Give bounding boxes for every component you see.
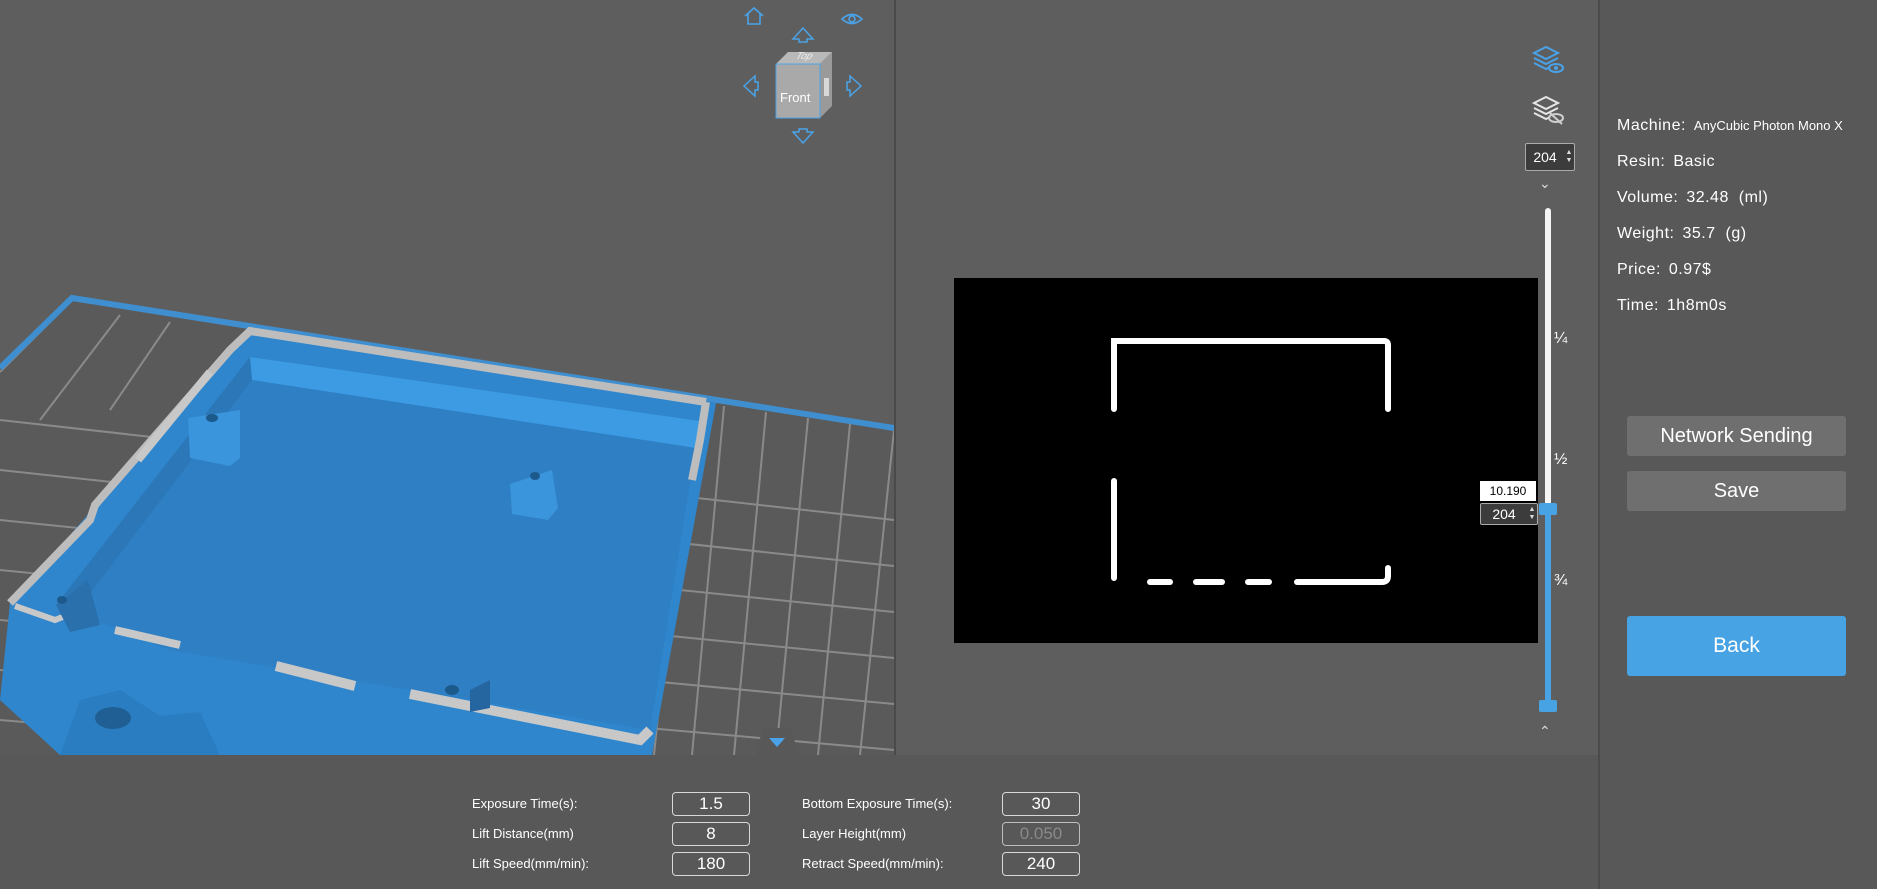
slider-top-handle[interactable] [1539,503,1557,515]
print-settings-bar: Exposure Time(s): 1.5 Lift Distance(mm) … [0,755,1598,889]
build-plate-scene[interactable] [0,0,894,755]
volume-value: 32.48 (ml) [1686,189,1769,206]
network-sending-button[interactable]: Network Sending [1627,416,1846,456]
time-value: 1h8m0s [1666,297,1727,314]
slider-bottom-handle[interactable] [1539,700,1557,712]
layer-height-field: 0.050 [1002,822,1080,846]
three-quarter-mark: ¾ [1554,572,1568,589]
top-layer-value: 204 [1533,149,1557,165]
machine-value: AnyCubic Photon Mono X [1693,118,1843,133]
weight-row: Weight: 35.7 (g) [1617,225,1747,243]
collapse-settings-button[interactable] [755,728,799,761]
resin-value: Basic [1673,153,1715,170]
layer-height-label: Layer Height(mm) [802,826,907,841]
price-label: Price: [1617,261,1661,278]
time-row: Time: 1h8m0s [1617,297,1727,315]
spin-arrows-icon[interactable]: ▲ ▼ [1564,149,1574,165]
volume-label: Volume: [1617,189,1679,206]
slice-preview-panel: 204 ▲ ▼ ⌄ ¼ ½ ¾ 10.190 204 ▲ ▼ ⌃ [896,0,1598,755]
time-label: Time: [1617,297,1659,314]
spin-arrows-icon[interactable]: ▲ ▼ [1527,506,1537,522]
layer-slider-fill [1545,508,1551,710]
print-info-panel: Machine: AnyCubic Photon Mono X Resin: Bas… [1598,0,1877,889]
exposure-time-label: Exposure Time(s): [472,796,578,811]
retract-speed-field[interactable]: 240 [1002,852,1080,876]
back-button[interactable]: Back [1627,616,1846,676]
rotate-right-icon[interactable] [846,73,864,99]
layer-slice-image [954,278,1538,643]
eye-icon[interactable] [840,10,864,28]
lift-speed-label: Lift Speed(mm/min): [472,856,590,871]
rotate-left-icon[interactable] [741,73,759,99]
exposure-time-field[interactable]: 1.5 [672,792,750,816]
rotate-up-icon[interactable] [790,25,816,43]
weight-label: Weight: [1617,225,1675,242]
chevron-up-icon[interactable]: ⌃ [1539,723,1551,740]
price-row: Price: 0.97$ [1617,261,1711,279]
bottom-exposure-field[interactable]: 30 [1002,792,1080,816]
top-layer-spinbox[interactable]: 204 ▲ ▼ [1525,143,1575,171]
half-mark: ½ [1554,451,1568,468]
current-layer-spinbox[interactable]: 204 ▲ ▼ [1480,503,1538,525]
chevron-down-icon[interactable]: ⌄ [1539,175,1551,192]
view-cube-front-label: Front [780,90,811,105]
lift-distance-field[interactable]: 8 [672,822,750,846]
volume-row: Volume: 32.48 (ml) [1617,189,1768,207]
weight-value: 35.7 (g) [1682,225,1747,242]
price-value: 0.97$ [1668,261,1712,278]
retract-speed-label: Retract Speed(mm/min): [802,856,944,871]
current-layer-value: 204 [1492,506,1516,522]
rotate-down-icon[interactable] [790,128,816,146]
layer-height-tag: 10.190 [1480,481,1536,501]
home-view-icon[interactable] [742,4,766,28]
bottom-exposure-label: Bottom Exposure Time(s): [802,796,953,811]
save-button[interactable]: Save [1627,471,1846,511]
view-cube[interactable]: Top Front [772,48,836,120]
hide-layers-icon[interactable] [1530,94,1564,131]
quarter-mark: ¼ [1554,330,1568,347]
3d-viewport[interactable]: Top Front [0,0,894,755]
machine-label: Machine: [1617,117,1686,134]
lift-distance-label: Lift Distance(mm) [472,826,574,841]
resin-label: Resin: [1617,153,1666,170]
lift-speed-field[interactable]: 180 [672,852,750,876]
resin-row: Resin: Basic [1617,153,1715,171]
show-layers-icon[interactable] [1530,44,1564,81]
machine-row: Machine: AnyCubic Photon Mono X [1617,117,1843,135]
